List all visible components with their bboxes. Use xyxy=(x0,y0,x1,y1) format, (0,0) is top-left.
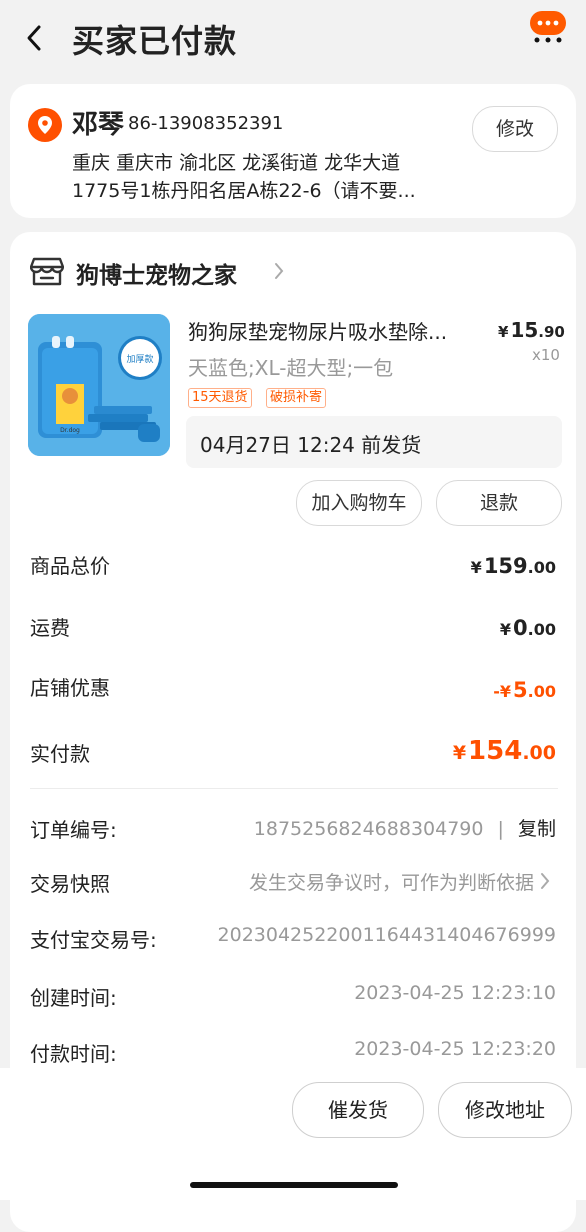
product-quantity: x10 xyxy=(532,346,560,364)
tag-damage-reship: 破损补寄 xyxy=(266,388,327,408)
product-title[interactable]: 狗狗尿垫宠物尿片吸水垫除... xyxy=(188,316,488,345)
product-illustration: 加厚款 Dr.dog xyxy=(28,314,170,456)
product-price: ¥15.90 xyxy=(498,318,565,342)
order-number-value: 1875256824688304790 xyxy=(253,818,484,840)
order-number-row: 1875256824688304790 | 复制 xyxy=(254,814,556,841)
order-number-label: 订单编号: xyxy=(30,818,117,842)
shop-discount-value: -¥5.00 xyxy=(493,678,556,702)
modify-address-button[interactable]: 修改地址 xyxy=(438,1082,572,1138)
price-decimal: .90 xyxy=(538,323,565,341)
tag-15-day-return: 15天退货 xyxy=(188,388,252,408)
product-brand: Dr.dog xyxy=(60,427,80,434)
goods-total-decimal: .00 xyxy=(527,558,556,577)
header: 买家已付款 xyxy=(0,0,586,80)
ship-time-box: 04月27日 12:24 前发货 xyxy=(186,416,562,468)
address-card[interactable]: 邓琴 86-13908352391 重庆 重庆市 渝北区 龙溪街道 龙华大道 1… xyxy=(10,84,576,218)
chevron-right-icon[interactable] xyxy=(540,872,550,890)
divider xyxy=(30,788,558,789)
created-time-value: 2023-04-25 12:23:10 xyxy=(354,982,556,1004)
product-badge: 加厚款 xyxy=(126,353,153,365)
goods-total-value: ¥159.00 xyxy=(471,554,556,578)
currency-symbol: ¥ xyxy=(452,742,467,764)
recipient-phone: 86-13908352391 xyxy=(128,113,284,134)
alipay-trade-no-value: 2023042522001164431404676999 xyxy=(217,924,556,946)
edit-address-button[interactable]: 修改 xyxy=(472,106,558,152)
back-icon[interactable] xyxy=(26,24,42,52)
order-number-separator: | xyxy=(497,818,504,840)
refund-button[interactable]: 退款 xyxy=(436,480,562,526)
discount-integer: 5 xyxy=(513,678,528,702)
ship-time-text: 04月27日 12:24 前发货 xyxy=(200,433,422,457)
product-spec: 天蓝色;XL-超大型;一包 xyxy=(188,356,394,380)
recipient-name: 邓琴 xyxy=(72,110,125,140)
bottom-action-bar: 催发货 修改地址 xyxy=(0,1068,586,1200)
snapshot-label: 交易快照 xyxy=(30,872,110,896)
paid-integer: 154 xyxy=(468,736,523,766)
page-title: 买家已付款 xyxy=(72,22,238,60)
shipping-value: ¥0.00 xyxy=(500,616,556,640)
address-line-2: 1775号1栋丹阳名居A栋22-6（请不要... xyxy=(72,180,416,202)
paid-time-label: 付款时间: xyxy=(30,1042,117,1066)
chevron-right-icon[interactable] xyxy=(274,262,284,280)
shipping-decimal: .00 xyxy=(527,620,556,639)
discount-decimal: .00 xyxy=(527,682,556,701)
currency-symbol: ¥ xyxy=(498,323,509,341)
shipping-label: 运费 xyxy=(30,616,70,640)
shop-discount-label: 店铺优惠 xyxy=(30,676,110,700)
goods-total-label: 商品总价 xyxy=(30,554,110,578)
shop-icon xyxy=(30,257,64,286)
paid-amount-label: 实付款 xyxy=(30,742,90,766)
paid-amount-value: ¥154.00 xyxy=(453,736,556,766)
copy-button[interactable]: 复制 xyxy=(518,818,556,840)
address-line-1: 重庆 重庆市 渝北区 龙溪街道 龙华大道 xyxy=(72,152,401,174)
product-image[interactable]: 加厚款 Dr.dog xyxy=(28,314,170,456)
paid-time-value: 2023-04-25 12:23:20 xyxy=(354,1038,556,1060)
currency-symbol: ¥ xyxy=(499,620,512,639)
created-time-label: 创建时间: xyxy=(30,986,117,1010)
location-icon xyxy=(28,108,62,142)
discount-symbol: -¥ xyxy=(493,682,512,701)
currency-symbol: ¥ xyxy=(470,558,482,577)
add-to-cart-button[interactable]: 加入购物车 xyxy=(296,480,422,526)
shop-name[interactable]: 狗博士宠物之家 xyxy=(76,256,237,290)
paid-decimal: .00 xyxy=(522,742,556,764)
alipay-trade-no-label: 支付宝交易号: xyxy=(30,928,157,952)
urge-shipment-button[interactable]: 催发货 xyxy=(292,1082,424,1138)
more-icon[interactable] xyxy=(528,10,568,44)
goods-total-integer: 159 xyxy=(483,554,528,578)
shipping-integer: 0 xyxy=(513,616,528,640)
price-integer: 15 xyxy=(510,318,539,342)
snapshot-value[interactable]: 发生交易争议时，可作为判断依据 xyxy=(249,868,534,895)
home-indicator xyxy=(190,1182,398,1188)
